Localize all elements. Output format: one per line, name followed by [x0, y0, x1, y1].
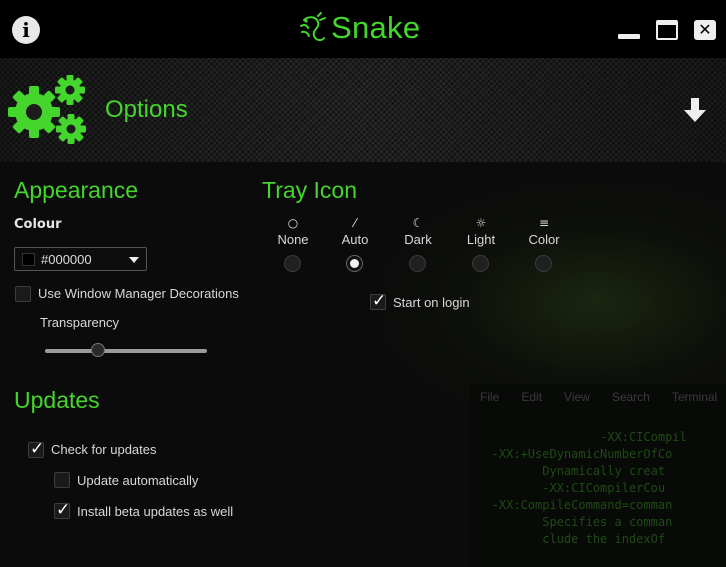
tray-icon-heading: Tray Icon: [262, 177, 358, 203]
tray-option-label: None: [277, 232, 309, 247]
terminal-menu-item: View: [564, 390, 590, 404]
tray-option-light: ☼ Light: [453, 215, 509, 272]
terminal-menu: File Edit View Search Terminal: [480, 390, 726, 404]
tray-radio-light[interactable]: [472, 255, 489, 272]
gears-icon: [8, 75, 86, 144]
start-on-login-label: Start on login: [393, 295, 470, 310]
tray-option-label: Light: [466, 232, 496, 247]
terminal-line: clude the indexOf: [470, 532, 666, 546]
background-terminal: File Edit View Search Terminal -XX:CICom…: [470, 384, 726, 567]
colour-label: Colour: [14, 217, 62, 232]
terminal-menu-item: Edit: [521, 390, 543, 404]
moon-icon: ☾: [412, 216, 424, 230]
minimize-icon[interactable]: [618, 20, 640, 40]
tray-option-label: Auto: [341, 232, 369, 247]
close-icon[interactable]: ✕: [694, 20, 716, 40]
appearance-heading: Appearance: [14, 177, 139, 203]
terminal-menu-item: Search: [611, 390, 650, 404]
transparency-label: Transparency: [40, 315, 119, 330]
bars-icon: ≡: [538, 216, 550, 230]
tray-option-dark: ☾ Dark: [390, 215, 446, 272]
terminal-line: Dynamically creat: [470, 464, 666, 478]
maximize-icon[interactable]: [656, 20, 678, 40]
circle-outline-icon: ○: [287, 216, 299, 230]
terminal-line: -XX:CICompil: [470, 430, 687, 444]
terminal-menu-item: Terminal: [671, 390, 718, 404]
terminal-menu-item: File: [480, 390, 500, 404]
check-updates-checkbox[interactable]: [28, 439, 44, 459]
updates-heading: Updates: [14, 387, 100, 413]
terminal-line: -XX:CICompilerCou: [470, 481, 666, 495]
colour-swatch: [22, 253, 35, 266]
chevron-down-icon: [129, 257, 139, 263]
tray-radio-dark[interactable]: [409, 255, 426, 272]
razer-snake-logo: [300, 12, 326, 42]
magic-wand-icon: ⁄: [353, 216, 356, 230]
terminal-line: -XX:+UseDynamicNumberOfCo: [470, 447, 673, 461]
start-on-login-checkbox[interactable]: [370, 291, 386, 311]
wm-decorations-checkbox[interactable]: [15, 286, 31, 302]
app-title: Snake: [331, 10, 421, 45]
title-bar: i Snake ✕: [0, 0, 726, 58]
transparency-slider-track[interactable]: [45, 349, 207, 353]
sun-icon: ☼: [475, 216, 487, 230]
terminal-line: -XX:CompileCommand=comman: [470, 498, 673, 512]
terminal-text: -XX:CICompil -XX:+UseDynamicNumberOfCo D…: [470, 412, 687, 567]
update-automatically-checkbox[interactable]: [54, 472, 70, 488]
tray-option-label: Dark: [404, 232, 432, 247]
info-icon[interactable]: i: [12, 16, 40, 44]
update-automatically-label: Update automatically: [77, 473, 199, 488]
tray-option-label: Color: [528, 232, 560, 247]
tray-option-color: ≡ Color: [516, 215, 572, 272]
tray-radio-auto[interactable]: [346, 255, 363, 272]
install-beta-label: Install beta updates as well: [77, 504, 234, 519]
page-title: Options: [105, 96, 188, 123]
down-arrow-icon[interactable]: [680, 96, 710, 124]
tray-option-auto: ⁄ Auto: [327, 215, 383, 272]
colour-select[interactable]: #000000: [14, 247, 147, 271]
tray-radio-color[interactable]: [535, 255, 552, 272]
check-updates-label: Check for updates: [51, 442, 157, 457]
terminal-line: Specifies a comman: [470, 515, 673, 529]
options-header: Options: [0, 58, 726, 162]
wm-decorations-label: Use Window Manager Decorations: [38, 286, 239, 301]
colour-value: #000000: [41, 252, 92, 267]
options-content: File Edit View Search Terminal -XX:CICom…: [0, 162, 726, 567]
tray-radio-none[interactable]: [284, 255, 301, 272]
tray-option-none: ○ None: [265, 215, 321, 272]
install-beta-checkbox[interactable]: [54, 500, 70, 520]
